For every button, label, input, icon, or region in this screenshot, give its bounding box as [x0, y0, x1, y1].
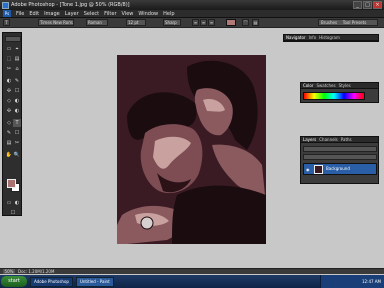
screen-mode-icon[interactable]: ☐	[9, 209, 17, 217]
taskbar-item-photoshop[interactable]: Adobe Photoshop	[30, 276, 73, 287]
tab-navigator[interactable]: Navigator	[286, 35, 306, 40]
brush-tool-icon[interactable]: ✎	[13, 77, 21, 85]
menu-help[interactable]: Help	[163, 11, 174, 17]
tab-channels[interactable]: Channels	[319, 137, 338, 142]
menu-view[interactable]: View	[122, 11, 134, 17]
tab-swatches[interactable]: Swatches	[316, 83, 335, 88]
palette-well: Brushes Tool Presets	[318, 19, 378, 26]
tab-styles[interactable]: Styles	[339, 83, 351, 88]
close-button[interactable]: ×	[373, 1, 382, 9]
wristwatch	[140, 216, 154, 230]
type-tool-icon[interactable]: T	[3, 19, 10, 26]
align-right-icon[interactable]: ≡	[208, 19, 215, 26]
font-family-select[interactable]: Times New Roman	[38, 19, 74, 26]
crop-tool-icon[interactable]: ✂	[5, 65, 13, 73]
align-left-icon[interactable]: ≡	[192, 19, 199, 26]
navigator-panel-tabs: Navigator Info Histogram	[284, 35, 378, 41]
layers-panel: Layers Channels Paths ◉ Background	[300, 136, 379, 184]
photoshop-app-icon	[2, 1, 9, 9]
menu-file[interactable]: File	[16, 11, 24, 17]
palette-tab-brushes[interactable]: Brushes	[319, 20, 339, 25]
title-bar[interactable]: Adobe Photoshop - [Tone 1.jpg @ 50% (RGB…	[0, 0, 384, 10]
gradient-tool-icon[interactable]: ◐	[13, 97, 21, 105]
color-panel-tabs: Color Swatches Styles	[301, 83, 378, 89]
tab-paths[interactable]: Paths	[341, 137, 352, 142]
blur-tool-icon[interactable]: ✣	[5, 107, 13, 115]
zoom-tool-icon[interactable]: 🔍	[13, 151, 21, 159]
zoom-level-field[interactable]: 50%	[3, 269, 15, 274]
dodge-tool-icon[interactable]: ◐	[13, 107, 21, 115]
layer-name: Background	[326, 166, 350, 171]
path-selection-tool-icon[interactable]: ◇	[5, 119, 13, 127]
eyedropper-tool-icon[interactable]: ✂	[13, 139, 21, 147]
taskbar-item-paint[interactable]: Untitled - Paint	[75, 276, 114, 287]
start-button[interactable]: start	[1, 276, 27, 287]
color-spectrum-bar[interactable]	[303, 92, 365, 100]
hand-tool-icon[interactable]: ✋	[5, 151, 13, 159]
healing-brush-tool-icon[interactable]: ◐	[5, 77, 13, 85]
window-title: Adobe Photoshop - [Tone 1.jpg @ 50% (RGB…	[11, 2, 130, 8]
shape-tool-icon[interactable]: ☐	[13, 129, 21, 137]
marquee-tool-icon[interactable]: ▭	[5, 45, 13, 53]
toolbox-header[interactable]	[5, 36, 21, 42]
lock-row[interactable]	[303, 154, 377, 160]
history-brush-tool-icon[interactable]: ☐	[13, 87, 21, 95]
system-tray-clock: 12:47 AM	[320, 275, 384, 288]
text-color-swatch[interactable]	[226, 19, 236, 26]
options-bar: T Times New Roman Roman 12 pt Sharp ≡ ≡ …	[0, 18, 384, 28]
antialias-select[interactable]: Sharp	[163, 19, 181, 26]
align-center-icon[interactable]: ≡	[200, 19, 207, 26]
menu-layer[interactable]: Layer	[65, 11, 79, 17]
type-tool-icon[interactable]: T	[13, 119, 21, 127]
status-bar: 50% Doc: 1.20M/1.20M	[0, 268, 384, 274]
menu-bar: Ps File Edit Image Layer Select Filter V…	[0, 10, 384, 18]
eraser-tool-icon[interactable]: ◇	[5, 97, 13, 105]
standard-mode-icon[interactable]: ▭	[5, 199, 13, 207]
lasso-tool-icon[interactable]: ⬚	[5, 55, 13, 63]
maximize-button[interactable]: □	[363, 1, 372, 9]
font-size-select[interactable]: 12 pt	[126, 19, 146, 26]
menu-window[interactable]: Window	[138, 11, 158, 17]
menu-filter[interactable]: Filter	[104, 11, 116, 17]
stamp-tool-icon[interactable]: ✣	[5, 87, 13, 95]
minimize-button[interactable]: _	[353, 1, 362, 9]
slice-tool-icon[interactable]: ⌂	[13, 65, 21, 73]
tab-layers[interactable]: Layers	[303, 137, 316, 142]
menu-image[interactable]: Image	[44, 11, 60, 17]
layer-thumbnail	[314, 165, 323, 174]
quick-mask-mode-icon[interactable]: ◐	[13, 199, 21, 207]
menu-select[interactable]: Select	[84, 11, 99, 17]
toolbox: ▭ ⌖ ⬚ ▤ ✂ ⌂ ◐ ✎ ✣ ☐ ◇ ◐ ✣ ◐ ◇ T ✎ ☐ ▤ ✂ …	[2, 32, 22, 216]
tab-color[interactable]: Color	[303, 83, 313, 88]
magic-wand-tool-icon[interactable]: ▤	[13, 55, 21, 63]
palettes-icon[interactable]: ▤	[252, 19, 259, 26]
navigator-panel: Navigator Info Histogram	[283, 34, 379, 42]
tab-info[interactable]: Info	[309, 35, 317, 40]
warp-text-icon[interactable]: ⌒	[242, 19, 249, 26]
eye-icon[interactable]: ◉	[306, 167, 311, 172]
foreground-color-swatch[interactable]	[7, 179, 16, 188]
doc-size-info: Doc: 1.20M/1.20M	[18, 269, 55, 274]
palette-tab-tool-presets[interactable]: Tool Presets	[341, 20, 369, 25]
photoshop-window: Adobe Photoshop - [Tone 1.jpg @ 50% (RGB…	[0, 0, 384, 288]
layer-background-row[interactable]: ◉ Background	[303, 163, 377, 175]
move-tool-icon[interactable]: ⌖	[13, 45, 21, 53]
pen-tool-icon[interactable]: ✎	[5, 129, 13, 137]
photoshop-logo-icon: Ps	[3, 10, 11, 17]
blend-mode-select[interactable]	[303, 146, 377, 152]
canvas-image[interactable]	[117, 55, 266, 244]
tab-histogram[interactable]: Histogram	[319, 35, 340, 40]
menu-edit[interactable]: Edit	[29, 11, 39, 17]
notes-tool-icon[interactable]: ▤	[5, 139, 13, 147]
window-controls: _ □ ×	[353, 1, 382, 9]
color-panel: Color Swatches Styles	[300, 82, 379, 103]
font-style-select[interactable]: Roman	[86, 19, 108, 26]
shirt-shape	[172, 185, 266, 244]
layers-panel-tabs: Layers Channels Paths	[301, 137, 378, 143]
windows-taskbar: start Adobe Photoshop Untitled - Paint 1…	[0, 275, 384, 288]
